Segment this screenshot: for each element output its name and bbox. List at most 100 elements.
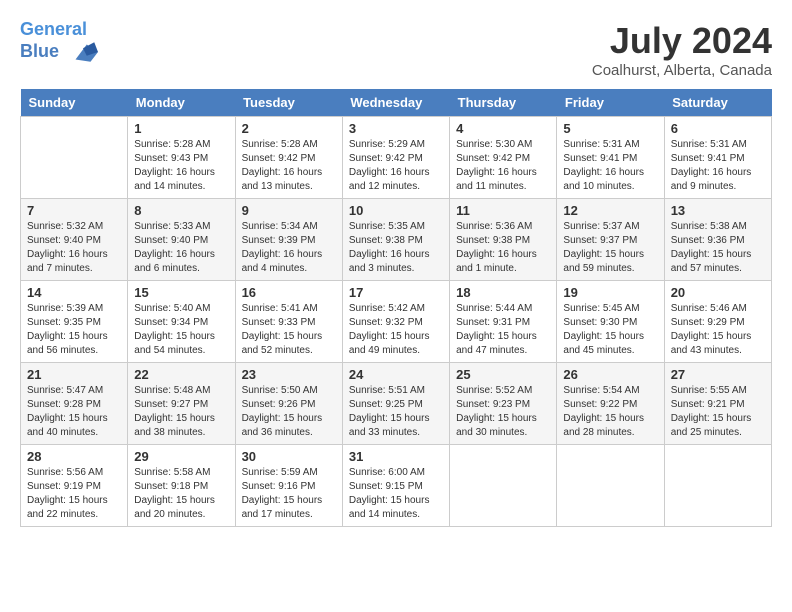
day-number: 13 (671, 203, 765, 218)
calendar-cell: 14 Sunrise: 5:39 AM Sunset: 9:35 PM Dayli… (21, 281, 128, 363)
day-info: Sunrise: 5:31 AM Sunset: 9:41 PM Dayligh… (671, 138, 765, 194)
day-number: 4 (456, 121, 550, 136)
day-info: Sunrise: 5:33 AM Sunset: 9:40 PM Dayligh… (134, 220, 228, 276)
calendar-cell: 28 Sunrise: 5:56 AM Sunset: 9:19 PM Dayli… (21, 445, 128, 527)
day-info: Sunrise: 5:36 AM Sunset: 9:38 PM Dayligh… (456, 220, 550, 276)
calendar-cell: 27 Sunrise: 5:55 AM Sunset: 9:21 PM Dayli… (664, 363, 771, 445)
calendar-cell: 7 Sunrise: 5:32 AM Sunset: 9:40 PM Daylig… (21, 199, 128, 281)
day-number: 31 (349, 449, 443, 464)
day-info: Sunrise: 5:45 AM Sunset: 9:30 PM Dayligh… (563, 302, 657, 358)
day-number: 8 (134, 203, 228, 218)
calendar-cell: 12 Sunrise: 5:37 AM Sunset: 9:37 PM Dayli… (557, 199, 664, 281)
day-info: Sunrise: 5:56 AM Sunset: 9:19 PM Dayligh… (27, 466, 121, 522)
calendar-cell: 1Sunrise: 5:28 AM Sunset: 9:43 PM Daylig… (128, 117, 235, 199)
calendar-header-monday: Monday (128, 89, 235, 117)
calendar-header-thursday: Thursday (450, 89, 557, 117)
page-header: General Blue July 2024 Coalhurst, Albert… (20, 20, 772, 79)
day-info: Sunrise: 5:47 AM Sunset: 9:28 PM Dayligh… (27, 384, 121, 440)
day-info: Sunrise: 5:34 AM Sunset: 9:39 PM Dayligh… (242, 220, 336, 276)
day-info: Sunrise: 5:35 AM Sunset: 9:38 PM Dayligh… (349, 220, 443, 276)
day-info: Sunrise: 5:51 AM Sunset: 9:25 PM Dayligh… (349, 384, 443, 440)
day-number: 6 (671, 121, 765, 136)
day-number: 24 (349, 367, 443, 382)
calendar-cell: 18Sunrise: 5:44 AM Sunset: 9:31 PM Dayli… (450, 281, 557, 363)
day-number: 17 (349, 285, 443, 300)
day-info: Sunrise: 5:28 AM Sunset: 9:43 PM Dayligh… (134, 138, 228, 194)
calendar-cell: 25 Sunrise: 5:52 AM Sunset: 9:23 PM Dayli… (450, 363, 557, 445)
week-row-5: 28 Sunrise: 5:56 AM Sunset: 9:19 PM Dayli… (21, 445, 772, 527)
day-number: 11 (456, 203, 550, 218)
week-row-2: 7 Sunrise: 5:32 AM Sunset: 9:40 PM Daylig… (21, 199, 772, 281)
logo-subtext: Blue (20, 40, 98, 64)
week-row-1: 1Sunrise: 5:28 AM Sunset: 9:43 PM Daylig… (21, 117, 772, 199)
day-number: 10 (349, 203, 443, 218)
day-number: 25 (456, 367, 550, 382)
day-number: 26 (563, 367, 657, 382)
calendar-cell (450, 445, 557, 527)
logo-text: General (20, 20, 98, 40)
day-info: Sunrise: 5:59 AM Sunset: 9:16 PM Dayligh… (242, 466, 336, 522)
day-number: 14 (27, 285, 121, 300)
calendar-header-row: SundayMondayTuesdayWednesdayThursdayFrid… (21, 89, 772, 117)
calendar-cell: 22Sunrise: 5:48 AM Sunset: 9:27 PM Dayli… (128, 363, 235, 445)
calendar-cell: 23 Sunrise: 5:50 AM Sunset: 9:26 PM Dayli… (235, 363, 342, 445)
day-number: 16 (242, 285, 336, 300)
day-number: 12 (563, 203, 657, 218)
day-info: Sunrise: 6:00 AM Sunset: 9:15 PM Dayligh… (349, 466, 443, 522)
day-number: 30 (242, 449, 336, 464)
day-info: Sunrise: 5:37 AM Sunset: 9:37 PM Dayligh… (563, 220, 657, 276)
day-number: 27 (671, 367, 765, 382)
calendar-cell: 16 Sunrise: 5:41 AM Sunset: 9:33 PM Dayli… (235, 281, 342, 363)
day-info: Sunrise: 5:48 AM Sunset: 9:27 PM Dayligh… (134, 384, 228, 440)
day-info: Sunrise: 5:32 AM Sunset: 9:40 PM Dayligh… (27, 220, 121, 276)
day-number: 9 (242, 203, 336, 218)
day-info: Sunrise: 5:42 AM Sunset: 9:32 PM Dayligh… (349, 302, 443, 358)
day-info: Sunrise: 5:40 AM Sunset: 9:34 PM Dayligh… (134, 302, 228, 358)
day-number: 7 (27, 203, 121, 218)
calendar-cell: 29 Sunrise: 5:58 AM Sunset: 9:18 PM Dayli… (128, 445, 235, 527)
calendar-header-saturday: Saturday (664, 89, 771, 117)
day-number: 3 (349, 121, 443, 136)
day-number: 29 (134, 449, 228, 464)
calendar-cell: 24 Sunrise: 5:51 AM Sunset: 9:25 PM Dayli… (342, 363, 449, 445)
location: Coalhurst, Alberta, Canada (592, 62, 772, 79)
calendar-cell: 9 Sunrise: 5:34 AM Sunset: 9:39 PM Daylig… (235, 199, 342, 281)
day-info: Sunrise: 5:58 AM Sunset: 9:18 PM Dayligh… (134, 466, 228, 522)
calendar-cell: 2 Sunrise: 5:28 AM Sunset: 9:42 PM Daylig… (235, 117, 342, 199)
day-number: 20 (671, 285, 765, 300)
day-info: Sunrise: 5:29 AM Sunset: 9:42 PM Dayligh… (349, 138, 443, 194)
calendar-cell (664, 445, 771, 527)
week-row-3: 14 Sunrise: 5:39 AM Sunset: 9:35 PM Dayli… (21, 281, 772, 363)
day-info: Sunrise: 5:28 AM Sunset: 9:42 PM Dayligh… (242, 138, 336, 194)
day-info: Sunrise: 5:54 AM Sunset: 9:22 PM Dayligh… (563, 384, 657, 440)
day-number: 19 (563, 285, 657, 300)
day-number: 18 (456, 285, 550, 300)
calendar-cell: 31 Sunrise: 6:00 AM Sunset: 9:15 PM Dayli… (342, 445, 449, 527)
calendar-cell: 6 Sunrise: 5:31 AM Sunset: 9:41 PM Daylig… (664, 117, 771, 199)
calendar-header-sunday: Sunday (21, 89, 128, 117)
calendar-cell: 5Sunrise: 5:31 AM Sunset: 9:41 PM Daylig… (557, 117, 664, 199)
day-info: Sunrise: 5:41 AM Sunset: 9:33 PM Dayligh… (242, 302, 336, 358)
logo: General Blue (20, 20, 98, 64)
calendar-header-tuesday: Tuesday (235, 89, 342, 117)
calendar-cell: 20 Sunrise: 5:46 AM Sunset: 9:29 PM Dayli… (664, 281, 771, 363)
day-info: Sunrise: 5:31 AM Sunset: 9:41 PM Dayligh… (563, 138, 657, 194)
day-info: Sunrise: 5:52 AM Sunset: 9:23 PM Dayligh… (456, 384, 550, 440)
day-number: 2 (242, 121, 336, 136)
calendar-cell: 17 Sunrise: 5:42 AM Sunset: 9:32 PM Dayli… (342, 281, 449, 363)
day-info: Sunrise: 5:55 AM Sunset: 9:21 PM Dayligh… (671, 384, 765, 440)
day-info: Sunrise: 5:50 AM Sunset: 9:26 PM Dayligh… (242, 384, 336, 440)
day-number: 23 (242, 367, 336, 382)
day-info: Sunrise: 5:46 AM Sunset: 9:29 PM Dayligh… (671, 302, 765, 358)
day-info: Sunrise: 5:39 AM Sunset: 9:35 PM Dayligh… (27, 302, 121, 358)
calendar-header-friday: Friday (557, 89, 664, 117)
calendar-cell: 10 Sunrise: 5:35 AM Sunset: 9:38 PM Dayli… (342, 199, 449, 281)
day-info: Sunrise: 5:30 AM Sunset: 9:42 PM Dayligh… (456, 138, 550, 194)
calendar-cell: 3 Sunrise: 5:29 AM Sunset: 9:42 PM Daylig… (342, 117, 449, 199)
calendar-cell: 11 Sunrise: 5:36 AM Sunset: 9:38 PM Dayli… (450, 199, 557, 281)
calendar-cell: 19 Sunrise: 5:45 AM Sunset: 9:30 PM Dayli… (557, 281, 664, 363)
week-row-4: 21Sunrise: 5:47 AM Sunset: 9:28 PM Dayli… (21, 363, 772, 445)
calendar-header-wednesday: Wednesday (342, 89, 449, 117)
day-number: 28 (27, 449, 121, 464)
calendar-table: SundayMondayTuesdayWednesdayThursdayFrid… (20, 89, 772, 527)
